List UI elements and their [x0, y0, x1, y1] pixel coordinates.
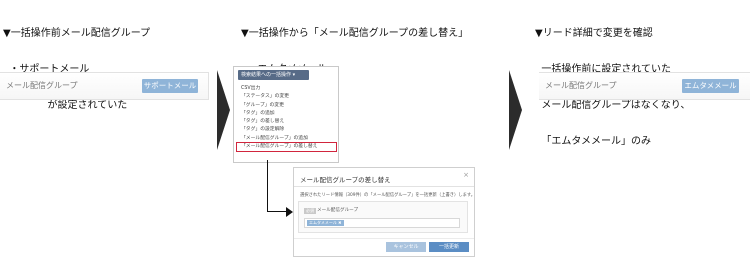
arrow-right-icon — [286, 207, 293, 217]
caption-line: ▼一括操作前メール配信グループ — [3, 28, 151, 39]
divider — [294, 238, 474, 239]
caption-line: ▼一括操作から「メール配信グループの差し替え」 — [241, 28, 469, 39]
bulk-update-button[interactable]: 一括更新 — [429, 242, 469, 252]
divider — [294, 186, 474, 187]
emtame-mail-badge[interactable]: エムタメメール — [682, 79, 739, 93]
menu-item-add-tag[interactable]: 「タグ」の追加 — [234, 110, 338, 118]
before-mail-group-panel: メール配信グループ サポートメール — [0, 72, 209, 100]
menu-item-change-group[interactable]: 「グループ」の変更 — [234, 102, 338, 110]
mail-group-select[interactable]: エムタメメール ✖ — [304, 218, 460, 228]
chevron-right-icon — [217, 70, 230, 150]
menu-item-csv-export[interactable]: CSV出力 — [234, 85, 338, 93]
caption-line: メール配信グループはなくなり、 — [535, 100, 691, 111]
support-mail-badge[interactable]: サポートメール — [142, 79, 198, 93]
close-icon[interactable]: × — [463, 171, 469, 179]
dialog-title: メール配信グループの差し替え — [300, 176, 391, 184]
mail-group-field-box: 必須 メール配信グループ エムタメメール ✖ — [298, 201, 468, 233]
menu-item-change-status[interactable]: 「ステータス」の変更 — [234, 93, 338, 101]
caption-line: ▼リード詳細で変更を確認 — [535, 28, 653, 39]
bulk-action-menu: CSV出力 「ステータス」の変更 「グループ」の変更 「タグ」の追加 「タグ」の… — [234, 85, 338, 153]
mail-group-label: メール配信グループ — [545, 81, 617, 90]
menu-item-add-mail-group[interactable]: 「メール配信グループ」の追加 — [234, 135, 338, 143]
connector-line — [267, 160, 268, 212]
connector-line — [267, 211, 287, 212]
caption-line: が設定されていた — [3, 100, 128, 111]
dialog-description: 選択されたリード情報（309件）の「メール配信グループ」を一括更新（上書き）しま… — [300, 193, 476, 198]
mail-group-field-label: メール配信グループ — [317, 208, 359, 213]
selected-mail-group-chip[interactable]: エムタメメール ✖ — [307, 220, 344, 226]
after-mail-group-panel: メール配信グループ エムタメメール — [539, 72, 750, 100]
menu-item-remove-tag[interactable]: 「タグ」の設定解除 — [234, 126, 338, 134]
cancel-button[interactable]: キャンセル — [386, 242, 426, 252]
step1-caption: ▼一括操作前メール配信グループ ・サポートメール が設定されていた — [3, 4, 150, 124]
chevron-right-icon — [509, 70, 522, 150]
bulk-action-dropdown: 検索結果への一括操作 ▾ CSV出力 「ステータス」の変更 「グループ」の変更 … — [233, 66, 339, 163]
required-badge: 必須 — [304, 208, 316, 214]
menu-item-replace-tag[interactable]: 「タグ」の差し替え — [234, 118, 338, 126]
caption-line: 「エムタメメール」のみ — [535, 136, 652, 147]
bulk-action-button[interactable]: 検索結果への一括操作 ▾ — [238, 70, 309, 80]
replace-mail-group-dialog: メール配信グループの差し替え × 選択されたリード情報（309件）の「メール配信… — [293, 167, 475, 257]
mail-group-label: メール配信グループ — [6, 81, 78, 90]
menu-item-replace-mail-group[interactable]: 「メール配信グループ」の差し替え — [236, 142, 337, 153]
